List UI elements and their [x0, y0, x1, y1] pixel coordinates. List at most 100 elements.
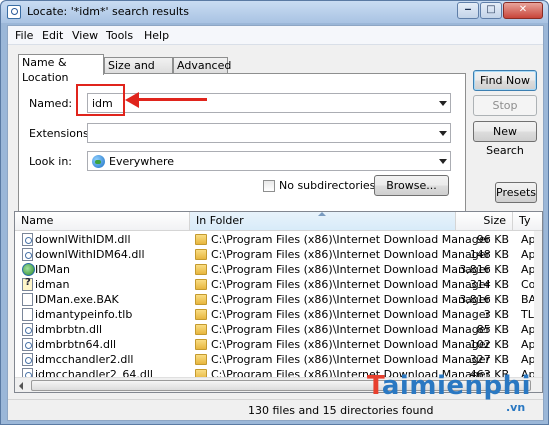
folder-icon: [195, 264, 207, 275]
watermark-domain: .vn: [506, 401, 526, 414]
folder-icon: [195, 294, 207, 305]
application-icon: [22, 263, 35, 276]
table-row[interactable]: idmantypeinfo.tlb C:\Program Files (x86)\…: [15, 307, 535, 322]
dll-file-icon: [22, 323, 33, 336]
chevron-down-icon[interactable]: [439, 131, 447, 136]
chevron-down-icon[interactable]: [439, 101, 447, 106]
new-search-button[interactable]: New Search: [473, 121, 537, 157]
menu-edit[interactable]: Edit: [42, 29, 63, 42]
annotation-arrow-line: [137, 98, 207, 101]
dll-file-icon: [22, 233, 33, 246]
row-file-name: idmcchandler2.dll: [35, 353, 134, 366]
status-bar: 130 files and 15 directories found: [8, 399, 543, 420]
folder-icon: [195, 354, 207, 365]
row-file-size: 148 KB: [469, 248, 509, 261]
scroll-left-arrow-icon[interactable]: [19, 382, 23, 390]
chevron-down-icon[interactable]: [439, 159, 447, 164]
table-row[interactable]: idmcchandler2.dll C:\Program Files (x86)\…: [15, 352, 536, 367]
menu-file[interactable]: File: [15, 29, 33, 42]
row-folder-path: C:\Program Files (x86)\Internet Download…: [211, 353, 490, 366]
row-folder-path: C:\Program Files (x86)\Internet Download…: [211, 233, 490, 246]
row-file-size: 96 KB: [476, 233, 509, 246]
presets-button[interactable]: Presets: [495, 182, 537, 203]
folder-icon: [195, 339, 207, 350]
row-file-name: downlWithIDM.dll: [35, 233, 131, 246]
named-combobox[interactable]: idm: [87, 93, 451, 113]
table-row[interactable]: IDMan C:\Program Files (x86)\Internet Dow…: [15, 262, 536, 277]
generic-file-icon: [22, 293, 33, 306]
row-file-size: 3 KB: [483, 308, 509, 321]
row-file-size: 3,816 KB: [459, 263, 509, 276]
menu-tools[interactable]: Tools: [106, 29, 133, 42]
row-folder-path: C:\Program Files (x86)\Internet Download…: [211, 278, 490, 291]
minimize-button[interactable]: ‒: [457, 2, 479, 19]
row-file-name: IDMan: [35, 263, 70, 276]
table-row[interactable]: idmbrbtn.dll C:\Program Files (x86)\Inter…: [15, 322, 536, 337]
named-label: Named:: [29, 97, 73, 110]
column-header-name[interactable]: Name: [15, 212, 190, 231]
close-button[interactable]: ✕: [503, 2, 543, 19]
sort-ascending-icon: [318, 212, 326, 216]
row-folder-path: C:\Program Files (x86)\Internet Download…: [211, 248, 490, 261]
window-title: Locate: '*idm*' search results: [27, 5, 189, 18]
row-file-name: downlWithIDM64.dll: [35, 248, 145, 261]
lookin-label: Look in:: [29, 155, 72, 168]
results-list: Name In Folder Size Ty downlWithIDM.dll C…: [14, 211, 543, 393]
row-file-name: IDMan.exe.BAK: [35, 293, 119, 306]
dll-file-icon: [22, 338, 33, 351]
globe-icon: [92, 155, 105, 168]
stop-button[interactable]: Stop: [473, 95, 537, 116]
watermark-logo-t: T: [367, 371, 382, 401]
config-file-icon: [22, 277, 33, 291]
row-folder-path: C:\Program Files (x86)\Internet Download…: [211, 323, 490, 336]
vertical-scrollbar[interactable]: [534, 231, 542, 392]
no-subdirectories-checkbox[interactable]: [263, 180, 275, 192]
folder-icon: [195, 324, 207, 335]
maximize-button[interactable]: □: [480, 2, 502, 19]
folder-icon: [195, 249, 207, 260]
row-file-size: 102 KB: [469, 338, 509, 351]
tab-advanced[interactable]: Advanced: [173, 57, 231, 74]
extensions-combobox[interactable]: [87, 123, 451, 143]
table-row[interactable]: downlWithIDM64.dll C:\Program Files (x86)…: [15, 247, 536, 262]
menu-view[interactable]: View: [72, 29, 98, 42]
locate-app-icon: [7, 5, 21, 19]
menu-help[interactable]: Help: [144, 29, 169, 42]
row-file-name: idmbrbtn.dll: [35, 323, 103, 336]
row-file-name: idman: [35, 278, 70, 291]
tab-name-location[interactable]: Name & Location: [18, 54, 104, 84]
column-header-in-folder[interactable]: In Folder: [190, 212, 456, 231]
find-now-button[interactable]: Find Now: [473, 70, 537, 91]
named-field-highlight-box: [76, 84, 125, 116]
row-folder-path: C:\Program Files (x86)\Internet Download…: [211, 338, 490, 351]
column-header-size[interactable]: Size: [456, 212, 513, 231]
extensions-label: Extensions:: [29, 127, 93, 140]
table-row[interactable]: IDMan.exe.BAK C:\Program Files (x86)\Inte…: [15, 292, 536, 307]
tab-size-date[interactable]: Size and Date: [104, 57, 173, 87]
browse-button[interactable]: Browse...: [374, 175, 449, 196]
row-file-name: idmbrbtn64.dll: [35, 338, 117, 351]
table-row[interactable]: downlWithIDM.dll C:\Program Files (x86)\I…: [15, 232, 536, 247]
lookin-value: Everywhere: [109, 155, 175, 168]
row-folder-path: C:\Program Files (x86)\Internet Download…: [211, 263, 490, 276]
folder-icon: [195, 309, 207, 320]
folder-icon: [195, 234, 207, 245]
row-file-name: idmantypeinfo.tlb: [35, 308, 133, 321]
menu-bar: File Edit View Tools Help: [8, 26, 543, 45]
watermark-logo-text: aimienphi: [381, 371, 532, 401]
status-text: 130 files and 15 directories found: [248, 404, 434, 417]
row-file-size: 3,816 KB: [459, 293, 509, 306]
row-folder-path: C:\Program Files (x86)\Internet Download…: [211, 308, 490, 321]
title-bar[interactable]: Locate: '*idm*' search results ‒ □ ✕: [1, 1, 548, 23]
column-header-in-folder-label: In Folder: [196, 214, 244, 227]
row-folder-path: C:\Program Files (x86)\Internet Download…: [211, 293, 490, 306]
row-file-size: 327 KB: [469, 353, 509, 366]
lookin-combobox[interactable]: Everywhere: [87, 151, 451, 171]
table-row[interactable]: idmbrbtn64.dll C:\Program Files (x86)\Int…: [15, 337, 536, 352]
dll-file-icon: [22, 353, 33, 366]
row-file-size: 314 KB: [469, 278, 509, 291]
row-file-type: TL: [521, 308, 534, 321]
table-row[interactable]: idman C:\Program Files (x86)\Internet Dow…: [15, 277, 535, 292]
generic-file-icon: [22, 308, 33, 321]
column-header-type[interactable]: Ty: [513, 212, 542, 231]
